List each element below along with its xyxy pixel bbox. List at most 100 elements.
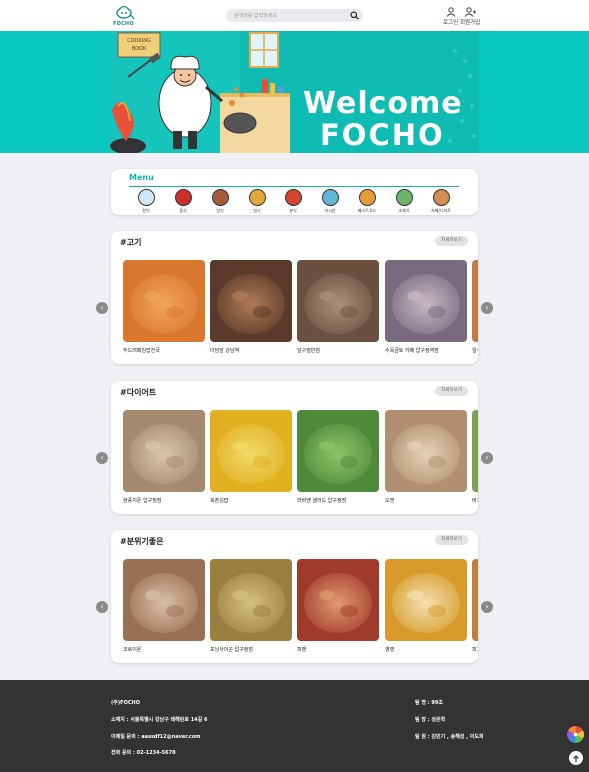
category-3[interactable]: 일식 [242,189,272,214]
restaurant-name: 라바앤 샐러드 압구정점 [297,498,347,504]
footer-phone: 전화 문의 : 02-1234-5678 [111,750,176,756]
cake-icon [432,189,450,206]
search-icon[interactable] [350,11,359,20]
category-0[interactable]: 한식 [131,189,161,214]
carousel-prev-button[interactable]: ‹ [96,601,108,613]
svg-text:COOKING: COOKING [127,38,151,44]
restaurant-name: 두드려패김밥천국 [123,348,160,354]
hero-banner: COOKING BOOK Welcome FOCHO [0,31,589,153]
noodle-icon [321,189,339,206]
carousel-prev-button[interactable]: ‹ [96,302,108,314]
see-more-button[interactable]: 자세히보기 [435,535,468,545]
login-label: 로그인 [443,20,459,26]
restaurant-card[interactable]: 현풍지존 압구정점 [123,410,205,504]
restaurant-photo [297,410,379,492]
category-8[interactable]: 카페/디저트 [426,189,456,214]
category-2[interactable]: 양식 [205,189,235,214]
restaurant-card[interactable]: 포닝사이곤 압구정점 [210,559,292,653]
restaurant-card[interactable]: 라바앤 샐러드 압구정점 [297,410,379,504]
carousel-prev-button[interactable]: ‹ [96,452,108,464]
restaurant-photo [297,260,379,342]
restaurant-name: 포닝사이곤 압구정점 [210,647,253,653]
category-5[interactable]: 아시안 [315,189,345,214]
footer-address: 소재지 : 서울특별시 강남구 테헤란로 14길 6 [111,717,208,723]
footer-team-name: 팀 명 : 99조 [415,700,443,706]
food-section: #다이어트 자세히보기현풍지존 압구정점 북촌김밥 라바앤 샐러드 압구정점 오엔 버거 [111,381,478,514]
restaurant-photo [472,410,478,492]
restaurant-photo [210,260,292,342]
roulette-wheel-icon[interactable] [566,725,585,744]
see-more-button[interactable]: 자세히보기 [435,386,468,396]
food-section: #고기 자세히보기두드려패김밥천국 더담담 강남역 달구벌반점 수목금토 카페 압구정역… [111,231,478,364]
restaurant-name: 오엔 [385,498,395,504]
restaurant-card[interactable]: 두드려패김밥천국 [123,260,205,354]
footer-company: (주)FOCHO [111,700,140,706]
signup-label: 회원가입 [460,20,481,26]
footer-team-leader: 팀 장 : 성은학 [415,717,446,723]
restaurant-photo [472,260,478,342]
chevron-right-icon: › [485,602,489,611]
section-title: #고기 [120,238,142,247]
banner-headline: Welcome [303,86,463,121]
menu-category-panel: Menu 한식 중식 양식 일식 분식 아시안 패스트푸드 조제식 카페/디저트 [111,169,478,215]
category-7[interactable]: 조제식 [389,189,419,214]
chevron-left-icon: ‹ [100,602,104,611]
chef-illustration: COOKING BOOK [110,31,479,153]
footer-team-members: 팀 원 : 김민기 , 송해성 , 이도희 [415,734,484,740]
banner-brand: FOCHO [320,118,445,152]
section-title: #다이어트 [120,388,157,397]
rice-bowl-icon [137,189,155,206]
arrow-up-icon [573,755,579,762]
login-button[interactable]: 로그인 [443,7,458,26]
carousel-next-button[interactable]: › [481,302,493,314]
dumpling-icon [174,189,192,206]
category-4[interactable]: 분식 [278,189,308,214]
category-label: 중식 [179,208,187,213]
restaurant-photo [385,559,467,641]
restaurant-card[interactable]: 버거 [472,410,478,504]
restaurant-card[interactable]: 피맨 [297,559,379,653]
restaurant-photo [123,559,205,641]
category-label: 카페/디저트 [431,208,451,213]
add-user-icon [464,7,477,17]
restaurant-card[interactable]: 일식 [472,260,478,354]
restaurant-card[interactable]: 피그 [472,559,478,653]
footer-email: 이메일 문의 : aassdf12@naver.com [111,734,201,740]
signup-button[interactable]: 회원가입 [460,7,480,26]
restaurant-name: 코로이온 [123,647,142,653]
restaurant-card[interactable]: 달구벌반점 [297,260,379,354]
restaurant-photo [385,260,467,342]
ramen-icon [248,189,266,206]
carousel-next-button[interactable]: › [481,601,493,613]
search-input[interactable]: 검색어를 입력하세요 [234,12,277,19]
restaurant-name: 현풍지존 압구정점 [123,498,162,504]
category-label: 패스트푸드 [357,208,377,213]
section-title: #분위기좋은 [120,537,164,546]
category-1[interactable]: 중식 [168,189,198,214]
burger-icon [358,189,376,206]
restaurant-photo [297,559,379,641]
category-label: 양식 [216,208,224,213]
category-label: 조제식 [398,208,410,213]
restaurant-photo [385,410,467,492]
restaurant-name: 더담담 강남역 [210,348,240,354]
chevron-right-icon: › [485,453,489,462]
category-6[interactable]: 패스트푸드 [352,189,382,214]
restaurant-card[interactable]: 북촌김밥 [210,410,292,504]
steak-icon [211,189,229,206]
restaurant-name: 피그 [472,647,478,653]
scroll-top-button[interactable] [569,751,583,765]
restaurant-card[interactable]: 더담담 강남역 [210,260,292,354]
restaurant-card[interactable]: 오엔 [385,410,467,504]
restaurant-card[interactable]: 코로이온 [123,559,205,653]
see-more-button[interactable]: 자세히보기 [435,236,468,246]
carousel-next-button[interactable]: › [481,452,493,464]
restaurant-photo [210,559,292,641]
restaurant-name: 피맨 [297,647,307,653]
search-bar[interactable]: 검색어를 입력하세요 [226,9,363,22]
chevron-left-icon: ‹ [100,453,104,462]
restaurant-name: 영영 [385,647,395,653]
restaurant-name: 북촌김밥 [210,498,229,504]
restaurant-card[interactable]: 수목금토 카페 압구정역점 [385,260,467,354]
restaurant-card[interactable]: 영영 [385,559,467,653]
